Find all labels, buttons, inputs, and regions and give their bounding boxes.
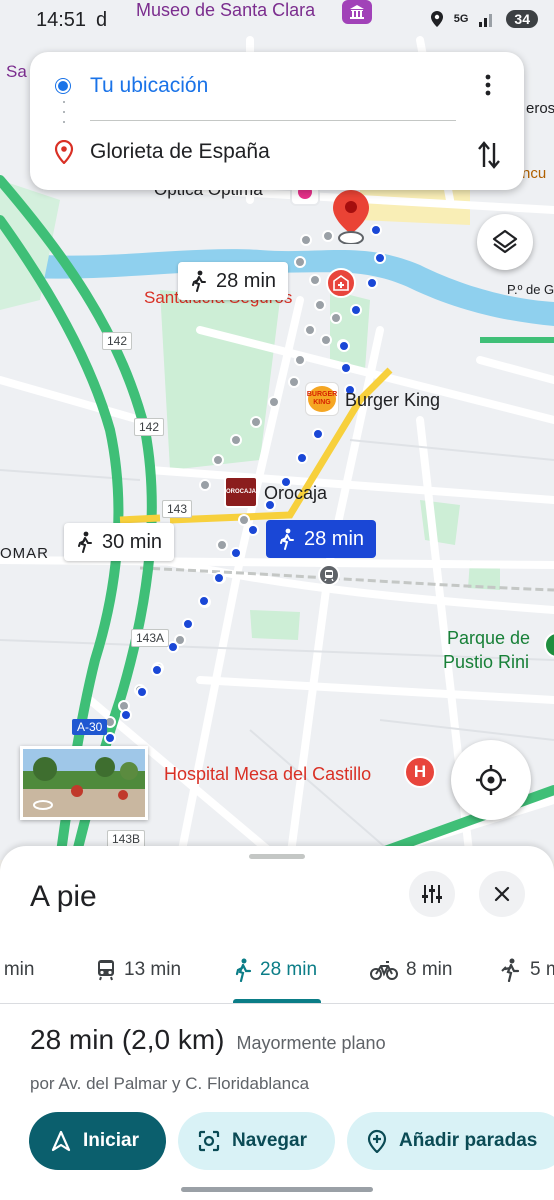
transit-icon [98,960,114,981]
tab-transit-label: 13 min [124,959,182,980]
card-divider [90,120,456,121]
omar-street-label: OMAR [0,545,49,562]
navigate-button-label: Navegar [232,1130,307,1151]
orocaja-label[interactable]: Orocaja [264,483,327,504]
hospital-label[interactable]: Hospital Mesa del Castillo [164,764,371,785]
route-time-chip-top[interactable]: 28 min [178,262,289,300]
swap-route-button[interactable] [474,138,504,172]
more-vert-icon [485,74,491,96]
burger-king-logo-icon[interactable]: BURGER KING [305,382,339,416]
tune-icon [422,885,442,903]
ar-navigate-icon [198,1130,220,1152]
route-summary: 28 min (2,0 km) Mayormente plano [30,1024,386,1056]
road-shield-143a: 143A [131,629,170,647]
road-shield-142-lower: 142 [134,418,165,436]
route-time-left: 30 min [102,530,163,553]
status-time: 14:51 [36,9,87,31]
parque-label-line2[interactable]: Pustio Rini [443,652,529,673]
walk-icon [78,531,92,553]
my-location-button[interactable] [451,740,531,820]
burger-king-logo-line1: BURGER [306,391,338,398]
burger-king-logo-line2: KING [313,399,331,406]
destination-pin-icon[interactable] [333,190,369,249]
close-button[interactable] [479,871,525,917]
layers-button[interactable] [477,214,533,270]
walk-icon [235,958,252,982]
orocaja-logo-text: OROCAJA [226,489,257,495]
train-station-icon[interactable] [318,564,340,586]
road-shield-a30: A-30 [72,719,108,735]
museo-label[interactable]: Museo de Santa Clara [136,0,315,21]
status-indicator: d [96,9,108,31]
close-icon [494,886,510,902]
tab-bike[interactable]: 8 min [370,950,452,990]
street-view-image [23,749,145,817]
map-view[interactable]: 14:51 d 5G 34 Museo de Santa Clara Sa Óp… [0,0,554,860]
route-card: Tu ubicación Glorieta de España [30,52,524,190]
navigate-button[interactable]: Navegar [178,1112,335,1170]
road-shield-143: 143 [162,500,193,518]
add-location-icon [367,1129,387,1153]
route-duration-distance: 28 min (2,0 km) [30,1024,225,1055]
route-terrain: Mayormente plano [236,1033,386,1053]
tab-walk-label: 28 min [260,959,318,980]
tab-ride-label: 5 m [530,959,554,980]
road-shield-142-upper: 142 [102,332,133,350]
origin-row[interactable]: Tu ubicación [30,56,524,116]
route-time-chip-left[interactable]: 30 min [64,523,175,561]
origin-dot-icon [56,79,70,93]
network-type: 5G [453,13,469,25]
museum-icon[interactable] [342,0,372,24]
destination-field[interactable]: Glorieta de España [90,140,270,164]
tab-drive-label: 5 min [0,959,35,980]
add-stops-button[interactable]: Añadir paradas [347,1112,554,1170]
sheet-title: A pie [30,880,97,913]
eros-label: eros [526,100,554,117]
route-options-button[interactable] [409,871,455,917]
signal-icon [479,14,493,27]
active-tab-indicator [233,999,321,1003]
street-view-thumbnail[interactable] [20,746,148,820]
tab-bike-label: 8 min [406,959,453,980]
start-button-label: Iniciar [83,1130,139,1151]
walk-icon [280,528,294,550]
ride-icon [501,958,520,982]
destination-row[interactable]: Glorieta de España [30,122,524,182]
sa-label: Sa [6,62,27,81]
tab-walk[interactable]: 28 min [234,950,317,990]
health-poi-icon[interactable] [326,268,356,298]
tab-transit[interactable]: 13 min [96,950,181,990]
bike-icon [370,961,398,980]
navigation-arrow-icon [51,1130,71,1152]
add-stops-button-label: Añadir paradas [399,1130,538,1151]
layers-icon [492,229,518,254]
hospital-icon[interactable]: H [404,756,436,788]
status-icons: 5G 34 [430,10,538,28]
burger-king-label[interactable]: Burger King [345,390,440,411]
route-time-chip-selected[interactable]: 28 min [266,520,377,558]
swap-arrows-icon [478,141,500,169]
route-time-selected: 28 min [304,527,365,550]
ncu-label: ncu [522,165,547,182]
directions-sheet: A pie 5 min 13 min 28 min 8 min 5 m 28 m… [0,846,554,1200]
pg-street-label: P.º de G [507,282,554,297]
tab-drive[interactable]: 5 min [0,950,34,990]
gesture-bar[interactable] [181,1187,373,1192]
start-button[interactable]: Iniciar [29,1112,166,1170]
travel-mode-tabs: 5 min 13 min 28 min 8 min 5 m [0,940,554,1004]
more-options-button[interactable] [476,72,500,98]
crosshair-icon [476,765,506,795]
destination-pin-small-icon [54,140,74,164]
walk-icon [192,270,206,292]
origin-field[interactable]: Tu ubicación [90,74,208,98]
tab-ride[interactable]: 5 m [500,950,554,990]
parque-label-line1[interactable]: Parque de [447,628,530,649]
orocaja-logo-icon[interactable]: OROCAJA [224,476,258,508]
route-time-top: 28 min [216,269,277,292]
location-status-icon [430,11,443,27]
route-via: por Av. del Palmar y C. Floridablanca [30,1074,310,1093]
sheet-drag-handle[interactable] [249,854,305,859]
battery-level: 34 [506,10,538,28]
